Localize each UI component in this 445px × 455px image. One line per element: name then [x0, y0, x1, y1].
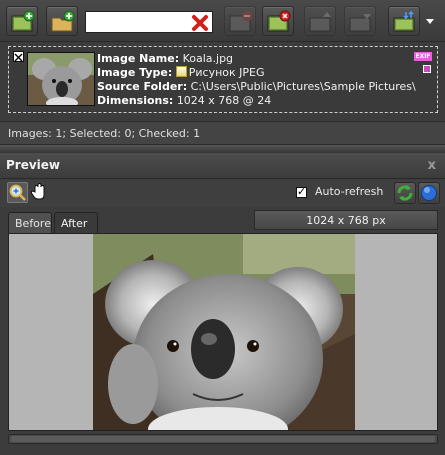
preview-viewer[interactable] — [8, 233, 438, 431]
koala-photo — [93, 234, 355, 430]
preview-panel-header: Preview x — [0, 153, 445, 179]
dimensions-value: 1024 x 768 @ 24 — [176, 94, 272, 107]
checked-x-icon — [14, 53, 23, 62]
source-folder-value: C:\Users\Public\Pictures\Sample Pictures… — [190, 80, 416, 93]
image-type-label: Image Type: — [97, 66, 173, 79]
zoom-tool-button[interactable] — [7, 182, 28, 203]
source-folder-label: Source Folder: — [97, 80, 188, 93]
image-name-label: Image Name: — [97, 52, 180, 65]
auto-refresh-label: Auto-refresh — [315, 185, 384, 198]
panel-splitter[interactable] — [0, 145, 445, 153]
sort-icon — [393, 11, 415, 32]
dimensions-row: Dimensions: 1024 x 768 @ 24 — [97, 94, 416, 108]
tab-before-label: Before — [15, 217, 51, 230]
exif-marker-icon — [423, 65, 431, 73]
add-image-icon — [11, 10, 35, 32]
move-up-button[interactable] — [304, 6, 336, 36]
image-info: Image Name: Koala.jpg Image Type: Рисуно… — [97, 52, 416, 108]
remove-all-icon — [267, 10, 291, 32]
main-toolbar — [0, 0, 445, 42]
sort-options-button[interactable] — [388, 6, 420, 36]
remove-image-button[interactable] — [224, 6, 256, 36]
move-up-icon — [309, 12, 331, 32]
chevron-down-icon[interactable] — [424, 14, 436, 28]
search-box — [85, 11, 213, 33]
remove-image-icon — [229, 11, 252, 32]
add-folder-icon — [51, 10, 75, 32]
refresh-button[interactable] — [394, 182, 416, 204]
status-bar: Images: 1; Selected: 0; Checked: 1 — [0, 121, 445, 145]
move-down-icon — [349, 14, 371, 32]
image-name-value: Koala.jpg — [182, 52, 234, 65]
dimensions-label: Dimensions: — [97, 94, 174, 107]
red-x-icon[interactable] — [191, 14, 209, 32]
add-folder-button[interactable] — [46, 6, 78, 36]
magnifier-icon — [9, 184, 26, 201]
pan-tool-button[interactable] — [30, 182, 51, 203]
browser-preview-button[interactable] — [418, 182, 440, 204]
move-down-button[interactable] — [344, 6, 376, 36]
tab-after-label: After — [61, 217, 88, 230]
item-checkbox[interactable] — [13, 51, 24, 62]
preview-toolbar: Auto-refresh — [0, 180, 445, 207]
auto-refresh-checkbox[interactable] — [296, 185, 307, 198]
refresh-icon — [397, 185, 413, 201]
tab-before[interactable]: Before — [8, 212, 52, 234]
preview-title: Preview — [6, 158, 61, 172]
scrollbar-thumb[interactable] — [11, 436, 435, 442]
source-folder-row: Source Folder: C:\Users\Public\Pictures\… — [97, 80, 416, 94]
image-name-row: Image Name: Koala.jpg — [97, 52, 416, 66]
exif-badge: EXIF — [414, 52, 432, 61]
globe-icon — [421, 185, 437, 201]
add-images-button[interactable] — [6, 6, 38, 36]
image-type-row: Image Type: Рисунок JPEG — [97, 66, 416, 80]
preview-dimensions: 1024 x 768 px — [254, 210, 438, 230]
close-icon[interactable]: x — [428, 158, 436, 173]
image-type-value: Рисунок JPEG — [188, 66, 265, 79]
hand-icon — [30, 182, 45, 200]
search-input[interactable] — [88, 14, 188, 30]
horizontal-scrollbar[interactable] — [8, 434, 438, 444]
image-list-item[interactable]: Image Name: Koala.jpg Image Type: Рисуно… — [8, 46, 438, 113]
tab-after[interactable]: After — [54, 212, 98, 234]
remove-all-button[interactable] — [262, 6, 294, 36]
jpeg-file-icon — [175, 66, 187, 77]
image-thumbnail — [27, 52, 95, 106]
preview-tabs: Before After 1024 x 768 px — [0, 207, 445, 234]
